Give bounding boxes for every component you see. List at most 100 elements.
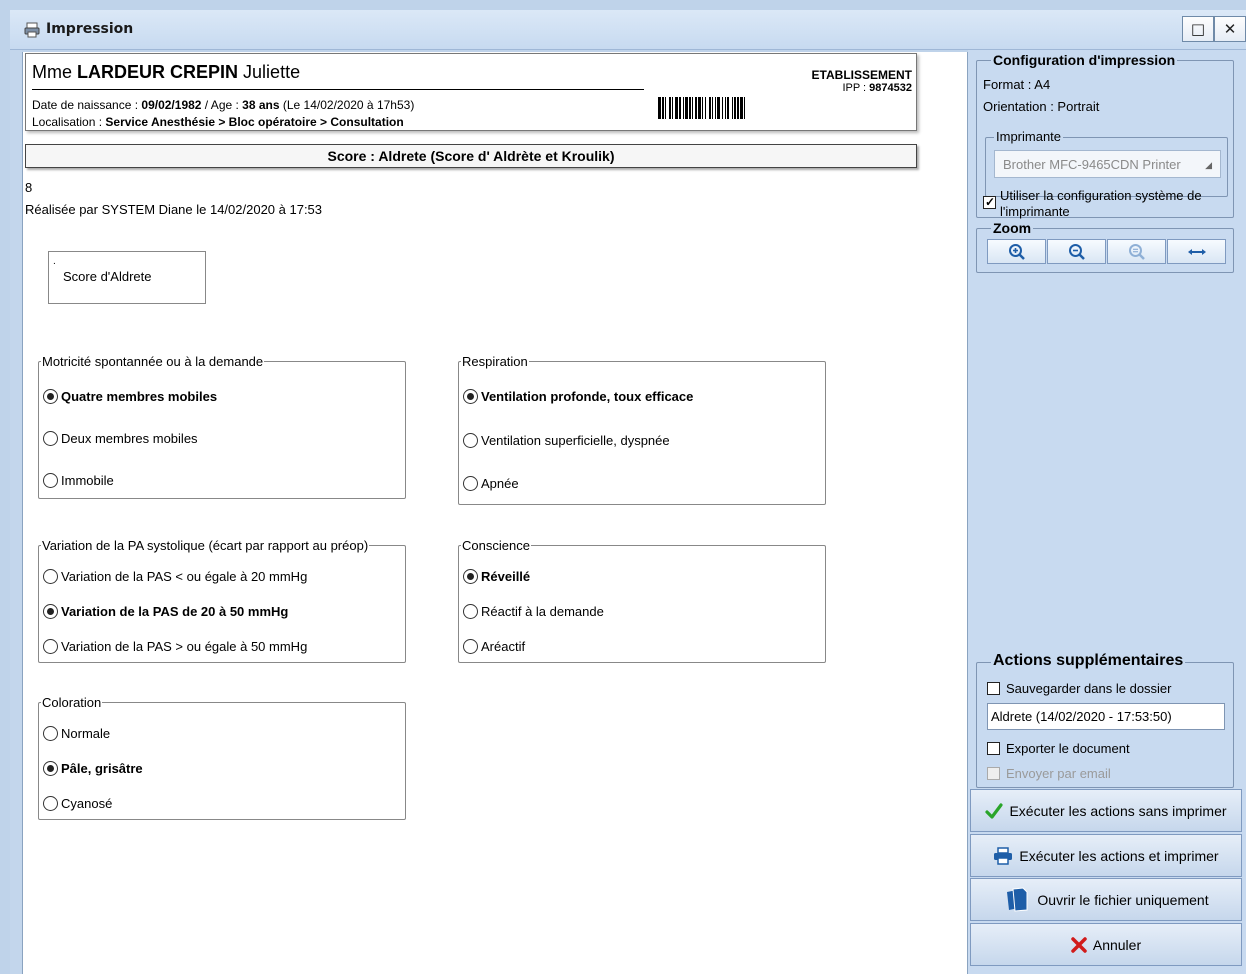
radio-label: Quatre membres mobiles xyxy=(61,389,218,404)
barcode-bar xyxy=(745,97,747,119)
patient-name: Mme LARDEUR CREPIN Juliette xyxy=(32,62,301,82)
radio-option[interactable]: Deux membres mobiles xyxy=(43,431,198,446)
radio-button[interactable] xyxy=(43,761,58,776)
radio-option[interactable]: Aréactif xyxy=(463,639,525,654)
radio-button[interactable] xyxy=(43,604,58,619)
group-coloration: Coloration Normale Pâle, grisâtre Cyanosé xyxy=(38,695,406,820)
run-without-print-button[interactable]: Exécuter les actions sans imprimer xyxy=(970,789,1242,832)
fit-width-button[interactable] xyxy=(1167,239,1226,264)
printer-icon xyxy=(994,846,1013,865)
title-bar: Impression □ ✕ xyxy=(10,10,1246,50)
extra-actions-group: Actions supplémentaires Sauvegarder dans… xyxy=(976,652,1234,788)
export-checkbox[interactable] xyxy=(987,742,1000,755)
fit-width-icon xyxy=(1187,248,1206,255)
system-config-label: Utiliser la configuration système de l'i… xyxy=(1000,188,1202,219)
radio-option[interactable]: Ventilation superficielle, dyspnée xyxy=(463,433,670,448)
radio-label: Variation de la PAS < ou égale à 20 mmHg xyxy=(61,569,308,584)
establishment-label: ETABLISSEMENT xyxy=(811,68,912,82)
radio-button[interactable] xyxy=(463,569,478,584)
printer-app-icon xyxy=(24,22,40,38)
radio-option[interactable]: Variation de la PAS < ou égale à 20 mmHg xyxy=(43,569,307,584)
radio-button[interactable] xyxy=(463,389,478,404)
filename-input[interactable]: Aldrete (14/02/2020 - 17:53:50) xyxy=(987,703,1225,730)
group-pa-systolique: Variation de la PA systolique (écart par… xyxy=(38,538,406,663)
radio-option[interactable]: Quatre membres mobiles xyxy=(43,389,217,404)
ipp-info: IPP : 9874532 xyxy=(842,82,912,94)
radio-option[interactable]: Ventilation profonde, toux efficace xyxy=(463,389,693,404)
extra-actions-title: Actions supplémentaires xyxy=(991,652,1186,670)
zoom-out-icon xyxy=(1068,243,1085,260)
score-box-label: Score d'Aldrete xyxy=(63,269,152,284)
close-button[interactable]: ✕ xyxy=(1214,16,1246,42)
red-x-icon xyxy=(1071,936,1087,953)
radio-label: Variation de la PAS > ou égale à 50 mmHg xyxy=(61,639,308,654)
zoom-in-icon xyxy=(1008,243,1025,260)
patient-header: Mme LARDEUR CREPIN Juliette Date de nais… xyxy=(25,53,917,131)
save-checkbox[interactable] xyxy=(987,682,1000,695)
radio-label: Variation de la PAS de 20 à 50 mmHg xyxy=(61,604,289,619)
score-value: 8 xyxy=(25,180,33,195)
radio-button[interactable] xyxy=(463,639,478,654)
checkmark-icon xyxy=(985,802,1004,819)
format-label: Format : A4 xyxy=(983,77,1051,92)
maximize-button[interactable]: □ xyxy=(1182,16,1214,42)
radio-button[interactable] xyxy=(43,431,58,446)
group-respiration: Respiration Ventilation profonde, toux e… xyxy=(458,354,826,505)
zoom-group: Zoom xyxy=(976,220,1234,273)
export-option[interactable]: Exporter le document xyxy=(987,741,1130,756)
save-option[interactable]: Sauvegarder dans le dossier xyxy=(987,681,1172,696)
email-label: Envoyer par email xyxy=(1006,766,1111,781)
radio-option[interactable]: Cyanosé xyxy=(43,796,112,811)
print-config-group: Configuration d'impression Format : A4 O… xyxy=(976,52,1234,220)
run-and-print-button[interactable]: Exécuter les actions et imprimer xyxy=(970,834,1242,877)
window-left-border xyxy=(10,50,22,974)
radio-button[interactable] xyxy=(43,639,58,654)
radio-option[interactable]: Variation de la PAS de 20 à 50 mmHg xyxy=(43,604,288,619)
radio-button[interactable] xyxy=(463,433,478,448)
email-option: Envoyer par email xyxy=(987,766,1111,781)
radio-option[interactable]: Réactif à la demande xyxy=(463,604,604,619)
zoom-reset-button[interactable] xyxy=(1107,239,1166,264)
printer-select[interactable]: Brother MFC-9465CDN Printer ◢ xyxy=(994,150,1221,178)
radio-label: Ventilation superficielle, dyspnée xyxy=(481,433,670,448)
print-config-title: Configuration d'impression xyxy=(991,52,1178,68)
radio-label: Cyanosé xyxy=(61,796,113,811)
radio-button[interactable] xyxy=(463,476,478,491)
document-preview[interactable]: Mme LARDEUR CREPIN Juliette Date de nais… xyxy=(22,52,968,974)
radio-label: Aréactif xyxy=(481,639,526,654)
email-checkbox xyxy=(987,767,1000,780)
side-panel: Configuration d'impression Format : A4 O… xyxy=(968,50,1246,974)
radio-option[interactable]: Apnée xyxy=(463,476,519,491)
radio-button[interactable] xyxy=(43,569,58,584)
radio-label: Réactif à la demande xyxy=(481,604,604,619)
radio-option[interactable]: Pâle, grisâtre xyxy=(43,761,143,776)
cancel-button[interactable]: Annuler xyxy=(970,923,1242,966)
open-file-button[interactable]: Ouvrir le fichier uniquement xyxy=(970,878,1242,921)
zoom-reset-icon xyxy=(1128,243,1145,260)
radio-label: Réveillé xyxy=(481,569,531,584)
radio-button[interactable] xyxy=(463,604,478,619)
export-label: Exporter le document xyxy=(1006,741,1130,756)
printer-group-title: Imprimante xyxy=(994,129,1064,144)
radio-button[interactable] xyxy=(43,726,58,741)
radio-option[interactable]: Immobile xyxy=(43,473,114,488)
save-label: Sauvegarder dans le dossier xyxy=(1006,681,1172,696)
radio-label: Immobile xyxy=(61,473,114,488)
documents-icon xyxy=(1007,886,1028,912)
radio-label: Pâle, grisâtre xyxy=(61,761,143,776)
radio-option[interactable]: Variation de la PAS > ou égale à 50 mmHg xyxy=(43,639,307,654)
score-author: Réalisée par SYSTEM Diane le 14/02/2020 … xyxy=(25,202,323,217)
group-conscience: Conscience Réveillé Réactif à la demande A… xyxy=(458,538,826,663)
zoom-in-button[interactable] xyxy=(987,239,1046,264)
zoom-out-button[interactable] xyxy=(1047,239,1106,264)
radio-label: Deux membres mobiles xyxy=(61,431,198,446)
location-info: Localisation : Service Anesthésie > Bloc… xyxy=(32,115,404,129)
system-config-checkbox[interactable] xyxy=(983,194,996,210)
group-motricite: Motricité spontannée ou à la demande Qua… xyxy=(38,354,406,499)
radio-button[interactable] xyxy=(43,389,58,404)
radio-button[interactable] xyxy=(43,473,58,488)
radio-option[interactable]: Réveillé xyxy=(463,569,530,584)
radio-option[interactable]: Normale xyxy=(43,726,110,741)
system-config-option[interactable]: Utiliser la configuration système de l'i… xyxy=(983,188,1220,220)
radio-button[interactable] xyxy=(43,796,58,811)
